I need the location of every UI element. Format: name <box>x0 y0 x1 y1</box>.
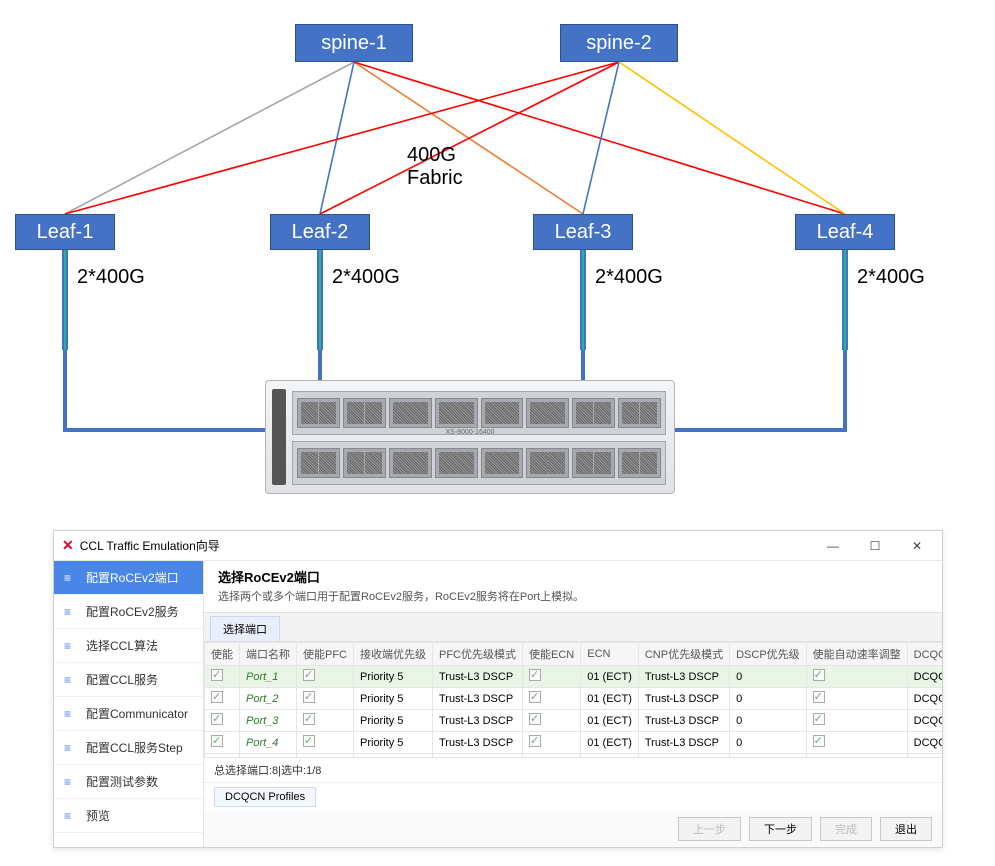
menu-icon: ≡ <box>64 809 78 823</box>
menu-icon: ≡ <box>64 775 78 789</box>
link-speed-label: 2*400G <box>857 266 925 289</box>
sidebar-item-label: 配置CCL服务Step <box>86 739 183 756</box>
table-row[interactable]: Port_4Priority 5Trust-L3 DSCP01 (ECT)Tru… <box>205 732 943 754</box>
switch-chassis: XS-8000-16400 <box>265 380 675 494</box>
port-name: Port_4 <box>240 732 297 754</box>
col-header[interactable]: DCQCN配置 <box>907 643 942 666</box>
app-icon: ✕ <box>62 537 74 554</box>
checkbox-icon[interactable] <box>211 735 223 747</box>
selection-status: 总选择端口:8|选中:1/8 <box>214 762 321 778</box>
col-header[interactable]: 接收端优先级 <box>354 643 433 666</box>
sidebar-item-7[interactable]: ≡ 预览 <box>54 799 203 833</box>
dcqcn-profiles-button[interactable]: DCQCN Profiles <box>214 787 316 807</box>
col-header[interactable]: 使能PFC <box>297 643 354 666</box>
col-header[interactable]: 使能ECN <box>523 643 581 666</box>
col-header[interactable]: 使能自动速率调整 <box>806 643 907 666</box>
minimize-button[interactable]: — <box>812 532 854 560</box>
sidebar-item-label: 预览 <box>86 807 110 824</box>
switch-model-label: XS-8000-16400 <box>445 429 494 436</box>
sidebar-item-label: 配置RoCEv2服务 <box>86 603 179 620</box>
link-speed-label: 2*400G <box>77 266 145 289</box>
menu-icon: ≡ <box>64 707 78 721</box>
exit-button[interactable]: 退出 <box>880 817 932 841</box>
content-title: 选择RoCEv2端口 <box>218 567 928 586</box>
checkbox-icon[interactable] <box>529 691 541 703</box>
tab-select-ports[interactable]: 选择端口 <box>210 616 280 641</box>
titlebar: ✕ CCL Traffic Emulation向导 — ☐ ✕ <box>54 531 942 561</box>
sidebar-item-label: 选择CCL算法 <box>86 637 158 654</box>
window-title: CCL Traffic Emulation向导 <box>80 537 220 554</box>
table-row[interactable]: Port_1Priority 5Trust-L3 DSCP01 (ECT)Tru… <box>205 666 943 688</box>
sidebar-item-2[interactable]: ≡ 选择CCL算法 <box>54 629 203 663</box>
sidebar-item-1[interactable]: ≡ 配置RoCEv2服务 <box>54 595 203 629</box>
menu-icon: ≡ <box>64 639 78 653</box>
checkbox-icon[interactable] <box>529 713 541 725</box>
col-header[interactable]: DSCP优先级 <box>730 643 807 666</box>
menu-icon: ≡ <box>64 741 78 755</box>
checkbox-icon[interactable] <box>211 713 223 725</box>
col-header[interactable]: 使能 <box>205 643 240 666</box>
col-header[interactable]: ECN <box>581 643 639 666</box>
leaf-box-leaf-2: Leaf-2 <box>270 214 370 250</box>
menu-icon: ≡ <box>64 605 78 619</box>
menu-icon: ≡ <box>64 571 78 585</box>
ports-table: 使能端口名称使能PFC接收端优先级PFC优先级模式使能ECNECNCNP优先级模… <box>204 642 942 758</box>
checkbox-icon[interactable] <box>813 691 825 703</box>
checkbox-icon[interactable] <box>813 669 825 681</box>
link-speed-label: 2*400G <box>595 266 663 289</box>
close-button[interactable]: ✕ <box>896 532 938 560</box>
checkbox-icon[interactable] <box>813 735 825 747</box>
sidebar-item-0[interactable]: ≡ 配置RoCEv2端口 <box>54 561 203 595</box>
checkbox-icon[interactable] <box>303 691 315 703</box>
sidebar-item-3[interactable]: ≡ 配置CCL服务 <box>54 663 203 697</box>
next-button[interactable]: 下一步 <box>749 817 812 841</box>
checkbox-icon[interactable] <box>303 669 315 681</box>
sidebar-item-6[interactable]: ≡ 配置测试参数 <box>54 765 203 799</box>
sidebar-item-label: 配置测试参数 <box>86 773 158 790</box>
leaf-box-leaf-4: Leaf-4 <box>795 214 895 250</box>
fabric-label: 400G Fabric <box>407 144 463 190</box>
sidebar-item-label: 配置Communicator <box>86 705 188 722</box>
checkbox-icon[interactable] <box>211 669 223 681</box>
port-name: Port_3 <box>240 710 297 732</box>
link-speed-label: 2*400G <box>332 266 400 289</box>
maximize-button[interactable]: ☐ <box>854 532 896 560</box>
spine-box-spine-1: spine-1 <box>295 24 413 62</box>
spine-box-spine-2: spine-2 <box>560 24 678 62</box>
checkbox-icon[interactable] <box>303 713 315 725</box>
sidebar-item-5[interactable]: ≡ 配置CCL服务Step <box>54 731 203 765</box>
leaf-box-leaf-1: Leaf-1 <box>15 214 115 250</box>
table-row[interactable]: Port_2Priority 5Trust-L3 DSCP01 (ECT)Tru… <box>205 688 943 710</box>
prev-button[interactable]: 上一步 <box>678 817 741 841</box>
sidebar-item-4[interactable]: ≡ 配置Communicator <box>54 697 203 731</box>
col-header[interactable]: PFC优先级模式 <box>433 643 523 666</box>
port-name: Port_1 <box>240 666 297 688</box>
table-row[interactable]: Port_3Priority 5Trust-L3 DSCP01 (ECT)Tru… <box>205 710 943 732</box>
col-header[interactable]: CNP优先级模式 <box>638 643 729 666</box>
col-header[interactable]: 端口名称 <box>240 643 297 666</box>
sidebar-item-label: 配置RoCEv2端口 <box>86 569 179 586</box>
content-desc: 选择两个或多个端口用于配置RoCEv2服务，RoCEv2服务将在Port上模拟。 <box>218 588 928 604</box>
checkbox-icon[interactable] <box>211 691 223 703</box>
checkbox-icon[interactable] <box>529 669 541 681</box>
checkbox-icon[interactable] <box>813 713 825 725</box>
checkbox-icon[interactable] <box>529 735 541 747</box>
menu-icon: ≡ <box>64 673 78 687</box>
sidebar-item-label: 配置CCL服务 <box>86 671 158 688</box>
leaf-box-leaf-3: Leaf-3 <box>533 214 633 250</box>
sidebar: ≡ 配置RoCEv2端口 ≡ 配置RoCEv2服务 ≡ 选择CCL算法 ≡ 配置CCL服务 ≡ 配… <box>54 561 204 847</box>
checkbox-icon[interactable] <box>303 735 315 747</box>
port-name: Port_2 <box>240 688 297 710</box>
table-header-row: 使能端口名称使能PFC接收端优先级PFC优先级模式使能ECNECNCNP优先级模… <box>205 643 943 666</box>
finish-button[interactable]: 完成 <box>820 817 872 841</box>
wizard-window: ✕ CCL Traffic Emulation向导 — ☐ ✕ ≡ 配置RoCEv… <box>53 530 943 848</box>
